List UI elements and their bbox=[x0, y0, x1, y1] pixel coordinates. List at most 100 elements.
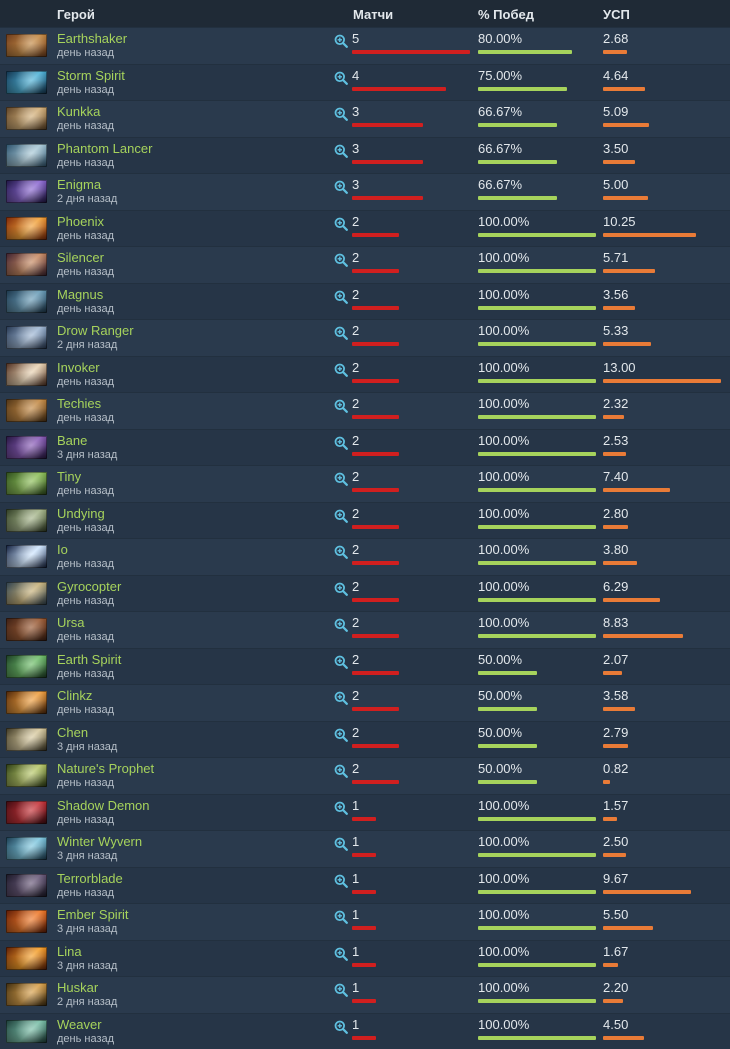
table-row[interactable]: Drow Ranger2 дня назад2100.00%5.33 bbox=[0, 319, 730, 356]
hero-name-link[interactable]: Enigma bbox=[57, 177, 101, 192]
zoom-in-icon[interactable] bbox=[334, 472, 348, 486]
hero-name-link[interactable]: Io bbox=[57, 542, 68, 557]
table-row[interactable]: Magnusдень назад2100.00%3.56 bbox=[0, 283, 730, 320]
hero-name-link[interactable]: Invoker bbox=[57, 360, 100, 375]
table-row[interactable]: Terrorbladeдень назад1100.00%9.67 bbox=[0, 867, 730, 904]
zoom-in-icon[interactable] bbox=[334, 618, 348, 632]
table-row[interactable]: Enigma2 дня назад366.67%5.00 bbox=[0, 173, 730, 210]
hero-portrait[interactable] bbox=[6, 290, 47, 313]
hero-name-link[interactable]: Earth Spirit bbox=[57, 652, 121, 667]
hero-portrait[interactable] bbox=[6, 472, 47, 495]
zoom-in-icon[interactable] bbox=[334, 728, 348, 742]
table-row[interactable]: Earthshakerдень назад580.00%2.68 bbox=[0, 27, 730, 64]
zoom-in-icon[interactable] bbox=[334, 290, 348, 304]
hero-name-link[interactable]: Ember Spirit bbox=[57, 907, 129, 922]
zoom-in-icon[interactable] bbox=[334, 874, 348, 888]
column-header-kda[interactable]: УСП bbox=[603, 7, 630, 22]
hero-name-link[interactable]: Ursa bbox=[57, 615, 84, 630]
hero-portrait[interactable] bbox=[6, 983, 47, 1006]
column-header-hero[interactable]: Герой bbox=[57, 7, 95, 22]
hero-name-link[interactable]: Storm Spirit bbox=[57, 68, 125, 83]
zoom-in-icon[interactable] bbox=[334, 947, 348, 961]
hero-name-link[interactable]: Magnus bbox=[57, 287, 103, 302]
zoom-in-icon[interactable] bbox=[334, 764, 348, 778]
table-row[interactable]: Bane3 дня назад2100.00%2.53 bbox=[0, 429, 730, 466]
zoom-in-icon[interactable] bbox=[334, 436, 348, 450]
hero-name-link[interactable]: Drow Ranger bbox=[57, 323, 134, 338]
hero-portrait[interactable] bbox=[6, 107, 47, 130]
table-row[interactable]: Techiesдень назад2100.00%2.32 bbox=[0, 392, 730, 429]
zoom-in-icon[interactable] bbox=[334, 107, 348, 121]
hero-portrait[interactable] bbox=[6, 801, 47, 824]
hero-name-link[interactable]: Winter Wyvern bbox=[57, 834, 142, 849]
zoom-in-icon[interactable] bbox=[334, 34, 348, 48]
hero-name-link[interactable]: Undying bbox=[57, 506, 105, 521]
hero-name-link[interactable]: Clinkz bbox=[57, 688, 92, 703]
table-row[interactable]: Clinkzдень назад250.00%3.58 bbox=[0, 684, 730, 721]
hero-name-link[interactable]: Silencer bbox=[57, 250, 104, 265]
hero-portrait[interactable] bbox=[6, 910, 47, 933]
table-row[interactable]: Phantom Lancerдень назад366.67%3.50 bbox=[0, 137, 730, 174]
hero-name-link[interactable]: Chen bbox=[57, 725, 88, 740]
table-row[interactable]: Gyrocopterдень назад2100.00%6.29 bbox=[0, 575, 730, 612]
zoom-in-icon[interactable] bbox=[334, 509, 348, 523]
hero-portrait[interactable] bbox=[6, 582, 47, 605]
hero-portrait[interactable] bbox=[6, 34, 47, 57]
table-row[interactable]: Ember Spirit3 дня назад1100.00%5.50 bbox=[0, 903, 730, 940]
table-row[interactable]: Undyingдень назад2100.00%2.80 bbox=[0, 502, 730, 539]
table-row[interactable]: Shadow Demonдень назад1100.00%1.57 bbox=[0, 794, 730, 831]
table-row[interactable]: Kunkkaдень назад366.67%5.09 bbox=[0, 100, 730, 137]
hero-portrait[interactable] bbox=[6, 1020, 47, 1043]
zoom-in-icon[interactable] bbox=[334, 691, 348, 705]
table-row[interactable]: Ursaдень назад2100.00%8.83 bbox=[0, 611, 730, 648]
hero-portrait[interactable] bbox=[6, 655, 47, 678]
hero-portrait[interactable] bbox=[6, 399, 47, 422]
table-row[interactable]: Winter Wyvern3 дня назад1100.00%2.50 bbox=[0, 830, 730, 867]
hero-portrait[interactable] bbox=[6, 363, 47, 386]
column-header-matches[interactable]: Матчи bbox=[353, 7, 393, 22]
hero-name-link[interactable]: Lina bbox=[57, 944, 82, 959]
hero-portrait[interactable] bbox=[6, 326, 47, 349]
zoom-in-icon[interactable] bbox=[334, 399, 348, 413]
hero-portrait[interactable] bbox=[6, 618, 47, 641]
column-header-winrate[interactable]: % Побед bbox=[478, 7, 534, 22]
table-row[interactable]: Tinyдень назад2100.00%7.40 bbox=[0, 465, 730, 502]
hero-portrait[interactable] bbox=[6, 874, 47, 897]
zoom-in-icon[interactable] bbox=[334, 837, 348, 851]
table-row[interactable]: Invokerдень назад2100.00%13.00 bbox=[0, 356, 730, 393]
zoom-in-icon[interactable] bbox=[334, 217, 348, 231]
hero-name-link[interactable]: Phoenix bbox=[57, 214, 104, 229]
zoom-in-icon[interactable] bbox=[334, 910, 348, 924]
zoom-in-icon[interactable] bbox=[334, 363, 348, 377]
hero-portrait[interactable] bbox=[6, 71, 47, 94]
hero-name-link[interactable]: Techies bbox=[57, 396, 101, 411]
hero-name-link[interactable]: Terrorblade bbox=[57, 871, 123, 886]
zoom-in-icon[interactable] bbox=[334, 582, 348, 596]
hero-name-link[interactable]: Nature's Prophet bbox=[57, 761, 154, 776]
zoom-in-icon[interactable] bbox=[334, 253, 348, 267]
zoom-in-icon[interactable] bbox=[334, 983, 348, 997]
table-row[interactable]: Nature's Prophetдень назад250.00%0.82 bbox=[0, 757, 730, 794]
hero-portrait[interactable] bbox=[6, 837, 47, 860]
hero-portrait[interactable] bbox=[6, 947, 47, 970]
zoom-in-icon[interactable] bbox=[334, 801, 348, 815]
zoom-in-icon[interactable] bbox=[334, 144, 348, 158]
hero-portrait[interactable] bbox=[6, 217, 47, 240]
hero-portrait[interactable] bbox=[6, 253, 47, 276]
hero-portrait[interactable] bbox=[6, 728, 47, 751]
hero-portrait[interactable] bbox=[6, 180, 47, 203]
hero-portrait[interactable] bbox=[6, 545, 47, 568]
zoom-in-icon[interactable] bbox=[334, 326, 348, 340]
hero-name-link[interactable]: Tiny bbox=[57, 469, 81, 484]
table-row[interactable]: Ioдень назад2100.00%3.80 bbox=[0, 538, 730, 575]
zoom-in-icon[interactable] bbox=[334, 545, 348, 559]
table-row[interactable]: Huskar2 дня назад1100.00%2.20 bbox=[0, 976, 730, 1013]
hero-name-link[interactable]: Bane bbox=[57, 433, 87, 448]
table-row[interactable]: Chen3 дня назад250.00%2.79 bbox=[0, 721, 730, 758]
hero-name-link[interactable]: Phantom Lancer bbox=[57, 141, 152, 156]
hero-portrait[interactable] bbox=[6, 509, 47, 532]
hero-portrait[interactable] bbox=[6, 144, 47, 167]
hero-name-link[interactable]: Kunkka bbox=[57, 104, 100, 119]
zoom-in-icon[interactable] bbox=[334, 1020, 348, 1034]
hero-portrait[interactable] bbox=[6, 764, 47, 787]
